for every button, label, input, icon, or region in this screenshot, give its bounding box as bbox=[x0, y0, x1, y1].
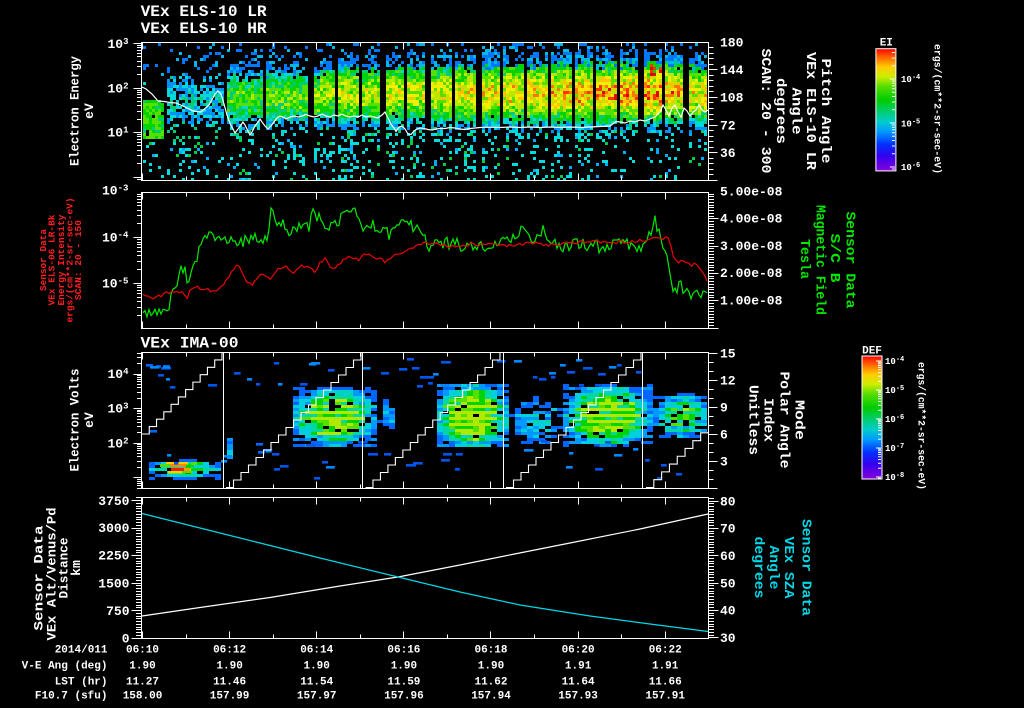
svg-text:30: 30 bbox=[720, 631, 736, 646]
svg-text:157.94: 157.94 bbox=[471, 691, 511, 703]
svg-text:36: 36 bbox=[720, 146, 736, 161]
svg-text:06:14: 06:14 bbox=[300, 644, 333, 656]
svg-text:ergs/(cm**2-sr-sec-eV): ergs/(cm**2-sr-sec-eV) bbox=[931, 44, 943, 174]
svg-text:157.91: 157.91 bbox=[645, 691, 685, 703]
svg-text:2250: 2250 bbox=[98, 548, 129, 563]
svg-text:157.99: 157.99 bbox=[210, 691, 250, 703]
svg-text:Sensor Data: Sensor Data bbox=[797, 519, 813, 617]
svg-text:1.91: 1.91 bbox=[565, 661, 592, 673]
svg-text:158.00: 158.00 bbox=[123, 691, 163, 703]
svg-text:SCAN: 20 - 300: SCAN: 20 - 300 bbox=[757, 49, 773, 174]
svg-text:06:22: 06:22 bbox=[649, 644, 682, 656]
svg-text:1.90: 1.90 bbox=[391, 661, 417, 673]
svg-text:11.64: 11.64 bbox=[562, 677, 595, 689]
svg-text:60: 60 bbox=[720, 549, 736, 564]
svg-text:km: km bbox=[69, 560, 84, 576]
svg-text:3000: 3000 bbox=[98, 521, 129, 536]
svg-text:6: 6 bbox=[720, 428, 728, 443]
svg-text:DEF: DEF bbox=[862, 346, 882, 358]
svg-text:eV: eV bbox=[82, 103, 97, 119]
svg-text:Angle: Angle bbox=[765, 546, 781, 590]
svg-text:11.59: 11.59 bbox=[387, 677, 420, 689]
svg-text:2.00e-08: 2.00e-08 bbox=[720, 266, 783, 281]
svg-text:VEx SZA: VEx SZA bbox=[780, 537, 796, 600]
svg-text:50: 50 bbox=[720, 576, 736, 591]
svg-text:144: 144 bbox=[720, 63, 744, 78]
svg-text:F10.7 (sfu): F10.7 (sfu) bbox=[35, 691, 108, 703]
svg-text:1.00e-08: 1.00e-08 bbox=[720, 294, 783, 309]
svg-text:3.00e-08: 3.00e-08 bbox=[720, 239, 783, 254]
svg-text:06:18: 06:18 bbox=[474, 644, 507, 656]
svg-text:157.97: 157.97 bbox=[297, 691, 337, 703]
svg-text:ergs/(cm**2-sr-sec-eV): ergs/(cm**2-sr-sec-eV) bbox=[915, 362, 927, 490]
svg-text:VEx ELS-10 LR: VEx ELS-10 LR bbox=[141, 3, 267, 21]
svg-text:40: 40 bbox=[720, 604, 736, 619]
svg-text:Unitless: Unitless bbox=[744, 385, 760, 455]
svg-text:9: 9 bbox=[720, 401, 728, 416]
svg-text:15: 15 bbox=[720, 346, 736, 361]
svg-text:LST (hr): LST (hr) bbox=[55, 677, 108, 689]
svg-text:1.90: 1.90 bbox=[478, 661, 504, 673]
svg-text:1500: 1500 bbox=[98, 576, 129, 591]
svg-text:degrees: degrees bbox=[750, 537, 766, 599]
svg-text:V-E Ang (deg): V-E Ang (deg) bbox=[22, 661, 108, 673]
svg-text:Electron Volts: Electron Volts bbox=[67, 368, 82, 471]
svg-text:06:20: 06:20 bbox=[562, 644, 595, 656]
svg-text:degrees: degrees bbox=[772, 78, 788, 144]
svg-text:Mode: Mode bbox=[790, 400, 806, 440]
svg-text:Index: Index bbox=[759, 398, 775, 443]
svg-text:1.90: 1.90 bbox=[303, 661, 329, 673]
svg-text:SCAN: 20 - 150: SCAN: 20 - 150 bbox=[73, 220, 84, 300]
svg-text:72: 72 bbox=[720, 118, 736, 133]
svg-text:06:10: 06:10 bbox=[126, 644, 159, 656]
svg-text:1.91: 1.91 bbox=[652, 661, 679, 673]
svg-text:157.93: 157.93 bbox=[558, 691, 598, 703]
svg-text:Magnetic Field: Magnetic Field bbox=[811, 205, 827, 315]
svg-text:Tesla: Tesla bbox=[796, 239, 812, 280]
svg-text:1.90: 1.90 bbox=[216, 661, 242, 673]
svg-text:5.00e-08: 5.00e-08 bbox=[720, 184, 783, 199]
svg-text:2014/011: 2014/011 bbox=[55, 644, 108, 656]
svg-text:EI: EI bbox=[880, 38, 893, 50]
svg-text:11.46: 11.46 bbox=[213, 677, 246, 689]
svg-text:1.90: 1.90 bbox=[129, 661, 155, 673]
svg-text:3: 3 bbox=[720, 455, 728, 470]
svg-text:70: 70 bbox=[720, 522, 736, 537]
svg-text:11.54: 11.54 bbox=[300, 677, 333, 689]
svg-text:11.27: 11.27 bbox=[126, 677, 159, 689]
svg-text:4.00e-08: 4.00e-08 bbox=[720, 212, 783, 227]
svg-text:Polar Angle: Polar Angle bbox=[775, 372, 791, 469]
svg-text:Pitch Angle: Pitch Angle bbox=[817, 59, 833, 164]
svg-text:eV: eV bbox=[82, 412, 97, 428]
svg-text:108: 108 bbox=[720, 91, 744, 106]
svg-text:11.66: 11.66 bbox=[649, 677, 682, 689]
svg-text:11.62: 11.62 bbox=[474, 677, 507, 689]
svg-text:180: 180 bbox=[720, 35, 744, 50]
svg-text:VEx ELS-10 HR: VEx ELS-10 HR bbox=[141, 20, 267, 38]
svg-text:157.96: 157.96 bbox=[384, 691, 424, 703]
svg-text:06:12: 06:12 bbox=[213, 644, 246, 656]
svg-text:750: 750 bbox=[106, 604, 130, 619]
svg-text:3750: 3750 bbox=[98, 494, 129, 509]
svg-text:Sensor Data: Sensor Data bbox=[841, 212, 857, 310]
svg-text:06:16: 06:16 bbox=[387, 644, 420, 656]
svg-text:12: 12 bbox=[720, 373, 736, 388]
svg-text:Angle: Angle bbox=[787, 88, 803, 135]
svg-text:80: 80 bbox=[720, 494, 736, 509]
svg-text:VEx IMA-00: VEx IMA-00 bbox=[141, 335, 239, 353]
svg-text:Electron Energy: Electron Energy bbox=[67, 56, 82, 166]
